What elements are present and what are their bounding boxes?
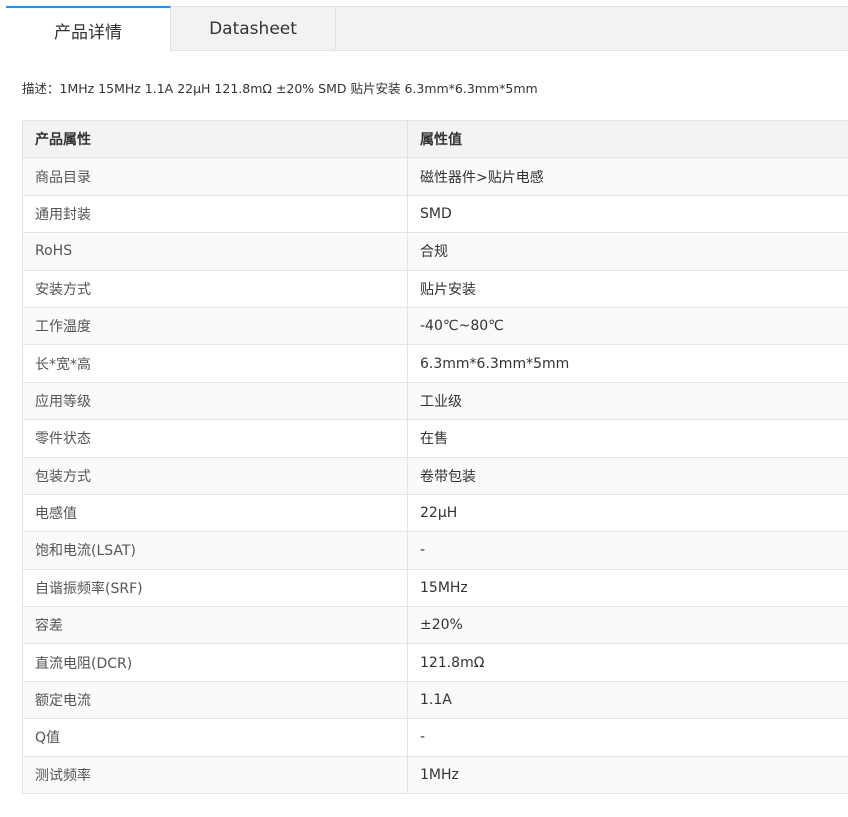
attribute-value: 贴片安装 <box>407 269 848 308</box>
table-row: 长*宽*高 6.3mm*6.3mm*5mm <box>22 344 848 383</box>
attribute-name: 容差 <box>22 606 408 645</box>
attribute-name: 自谐振频率(SRF) <box>22 568 408 608</box>
attribute-value: 1MHz <box>407 755 848 795</box>
product-description: 描述：1MHz 15MHz 1.1A 22μH 121.8mΩ ±20% SMD… <box>22 81 538 96</box>
attribute-name: 电感值 <box>22 493 408 533</box>
attribute-name: 零件状态 <box>22 419 408 458</box>
table-row: 安装方式 贴片安装 <box>22 269 848 308</box>
attribute-value: -40℃~80℃ <box>407 306 848 346</box>
table-row: 工作温度 -40℃~80℃ <box>22 306 848 346</box>
table-row: 饱和电流(LSAT) - <box>22 531 848 570</box>
attribute-value: 合规 <box>407 232 848 271</box>
table-row: 电感值 22μH <box>22 493 848 533</box>
table-row: RoHS 合规 <box>22 232 848 271</box>
table-row: 包装方式 卷带包装 <box>22 456 848 495</box>
attribute-value: 15MHz <box>407 568 848 608</box>
attribute-value: 卷带包装 <box>407 456 848 495</box>
attribute-value: - <box>407 718 848 757</box>
tab-bar: 产品详情 Datasheet <box>6 6 848 52</box>
header-value: 属性值 <box>407 119 848 159</box>
attribute-name: Q值 <box>22 718 408 757</box>
attribute-name: 测试频率 <box>22 755 408 795</box>
table-body: 商品目录 磁性器件>贴片电感 通用封装 SMD RoHS 合规 安装方式 贴片安装 工作… <box>22 157 848 795</box>
attribute-value: 工业级 <box>407 381 848 421</box>
attribute-name: 饱和电流(LSAT) <box>22 531 408 570</box>
attribute-name: 长*宽*高 <box>22 344 408 383</box>
table-row: 测试频率 1MHz <box>22 755 848 795</box>
attribute-value: 磁性器件>贴片电感 <box>407 157 848 196</box>
product-attributes-table: 产品属性 属性值 商品目录 磁性器件>贴片电感 通用封装 SMD RoHS 合规 安装… <box>22 119 848 795</box>
table-row: Q值 - <box>22 718 848 757</box>
table-row: 零件状态 在售 <box>22 419 848 458</box>
table-row: 容差 ±20% <box>22 606 848 645</box>
tab-product-details[interactable]: 产品详情 <box>6 6 171 52</box>
attribute-name: 包装方式 <box>22 456 408 495</box>
attribute-value: SMD <box>407 194 848 234</box>
table-row: 自谐振频率(SRF) 15MHz <box>22 568 848 608</box>
attribute-name: RoHS <box>22 232 408 271</box>
attribute-value: 121.8mΩ <box>407 643 848 682</box>
table-row: 应用等级 工业级 <box>22 381 848 421</box>
table-header-row: 产品属性 属性值 <box>22 119 848 159</box>
attribute-value: 22μH <box>407 493 848 533</box>
header-attribute: 产品属性 <box>22 119 408 159</box>
attribute-name: 安装方式 <box>22 269 408 308</box>
table-row: 商品目录 磁性器件>贴片电感 <box>22 157 848 196</box>
attribute-name: 商品目录 <box>22 157 408 196</box>
table-row: 额定电流 1.1A <box>22 680 848 720</box>
attribute-name: 直流电阻(DCR) <box>22 643 408 682</box>
attribute-name: 额定电流 <box>22 680 408 720</box>
attribute-value: ±20% <box>407 606 848 645</box>
attribute-value: - <box>407 531 848 570</box>
attribute-value: 6.3mm*6.3mm*5mm <box>407 344 848 383</box>
table-row: 直流电阻(DCR) 121.8mΩ <box>22 643 848 682</box>
attribute-value: 1.1A <box>407 680 848 720</box>
attribute-name: 应用等级 <box>22 381 408 421</box>
table-row: 通用封装 SMD <box>22 194 848 234</box>
attribute-name: 通用封装 <box>22 194 408 234</box>
tab-datasheet[interactable]: Datasheet <box>171 6 336 51</box>
attribute-value: 在售 <box>407 419 848 458</box>
attribute-name: 工作温度 <box>22 306 408 346</box>
